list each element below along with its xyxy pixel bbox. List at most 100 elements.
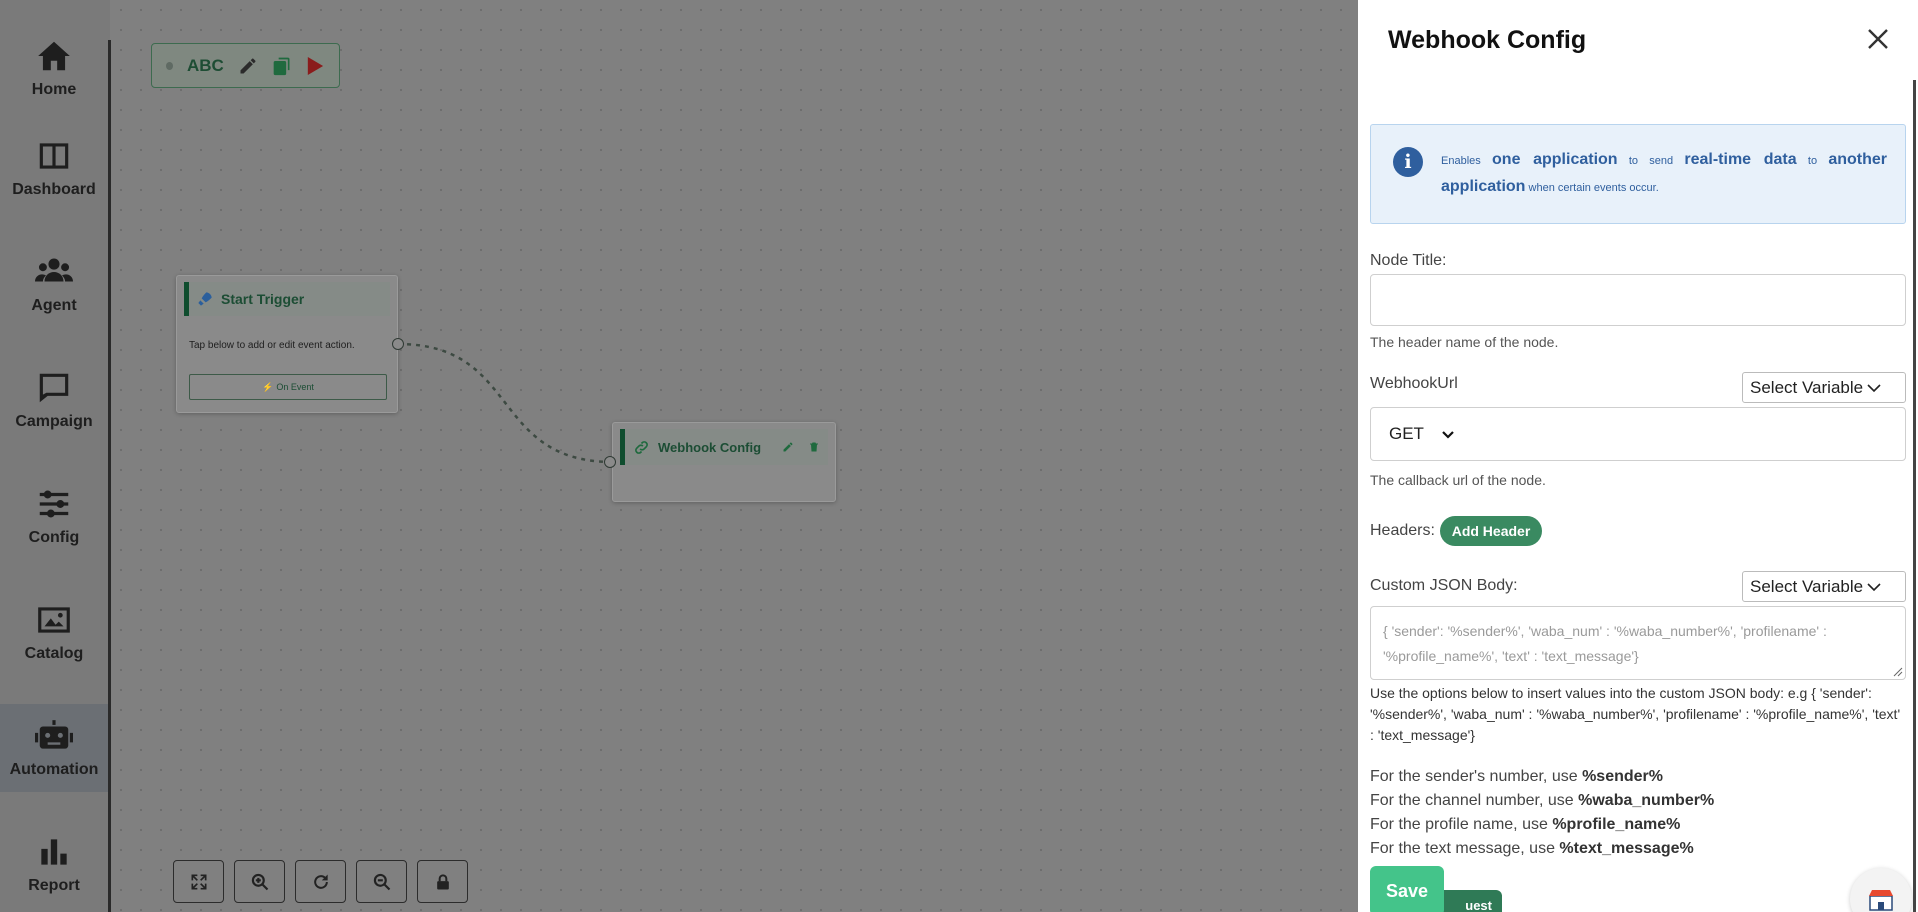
sidebar-item-label: Catalog xyxy=(24,645,84,662)
sidebar-item-label: Home xyxy=(31,81,77,98)
sidebar-item-report[interactable]: Report xyxy=(0,820,108,908)
image-icon xyxy=(38,607,70,633)
sidebar-item-label: Agent xyxy=(31,297,77,314)
edit-icon[interactable] xyxy=(782,441,794,453)
panel-title: Webhook Config xyxy=(1388,26,1587,54)
panel-scrollbar[interactable] xyxy=(1913,80,1916,912)
select-variable-label: Select Variable xyxy=(1750,377,1864,397)
dashboard-icon xyxy=(39,143,69,169)
variable-hint-profile: For the profile name, use %profile_name% xyxy=(1370,816,1680,834)
webhook-url-label: WebhookUrl xyxy=(1370,375,1458,392)
sidebar-item-label: Automation xyxy=(9,761,99,778)
sidebar-item-automation[interactable]: Automation xyxy=(0,704,108,792)
custom-json-help: Use the options below to insert values i… xyxy=(1370,685,1901,743)
status-dot xyxy=(166,61,173,70)
webhook-url-field[interactable]: GET xyxy=(1370,407,1906,461)
add-header-button[interactable]: Add Header xyxy=(1440,516,1542,546)
variable-hint-channel: For the channel number, use %waba_number… xyxy=(1370,792,1714,810)
info-text-bold: one application xyxy=(1492,151,1618,168)
agent-icon xyxy=(35,258,73,282)
variable-token: %sender% xyxy=(1582,768,1663,785)
custom-json-textarea[interactable]: { 'sender': '%sender%', 'waba_num' : '%w… xyxy=(1370,606,1906,680)
expand-icon xyxy=(191,874,206,889)
home-icon xyxy=(38,41,70,71)
webhook-config-panel: Webhook Config i Enables one application… xyxy=(1358,0,1918,912)
webhook-config-node[interactable]: Webhook Config xyxy=(612,422,836,502)
save-button[interactable]: Save xyxy=(1370,866,1444,912)
info-text-part: when certain events occur. xyxy=(1525,182,1659,194)
headers-label: Headers: xyxy=(1370,522,1435,539)
sidebar-item-label: Config xyxy=(28,529,80,546)
bar-chart-icon xyxy=(41,839,67,865)
webhook-url-select-variable[interactable]: Select Variable xyxy=(1742,372,1906,403)
variable-token: %waba_number% xyxy=(1578,792,1715,809)
sidebar-item-home[interactable]: Home xyxy=(0,24,108,112)
on-event-button[interactable]: ⚡ On Event xyxy=(189,374,387,400)
on-event-label: On Event xyxy=(276,382,314,392)
zoom-in-button[interactable] xyxy=(234,860,285,903)
variable-hint-text: For the text message, use xyxy=(1370,840,1560,857)
info-text-part: Enables xyxy=(1441,155,1493,167)
info-text-part: to xyxy=(1796,155,1829,167)
canvas-controls xyxy=(173,860,468,903)
variable-hint-text: For the profile name, use xyxy=(1370,816,1553,833)
node-title-label: Node Title: xyxy=(1370,252,1447,269)
node-title-input[interactable] xyxy=(1370,274,1906,326)
node-title: Webhook Config xyxy=(658,439,762,455)
play-icon[interactable] xyxy=(306,55,325,77)
trash-icon[interactable] xyxy=(808,441,820,453)
resize-grip-icon[interactable] xyxy=(1893,667,1903,677)
sliders-icon xyxy=(39,490,69,518)
close-button[interactable] xyxy=(1863,24,1893,54)
zoom-out-button[interactable] xyxy=(356,860,407,903)
custom-json-placeholder: { 'sender': '%sender%', 'waba_num' : '%w… xyxy=(1383,623,1827,664)
output-port[interactable] xyxy=(392,338,404,350)
chevron-down-icon xyxy=(1867,383,1881,392)
sidebar-item-agent[interactable]: Agent xyxy=(0,240,108,328)
node-actions xyxy=(782,441,820,453)
sidebar-item-label: Campaign xyxy=(15,413,93,430)
bolt-icon: ⚡ xyxy=(262,381,274,392)
variable-hint-text: For the channel number, use xyxy=(1370,792,1579,809)
close-icon xyxy=(1868,29,1888,49)
variable-hint-text-message: For the text message, use %text_message% xyxy=(1370,840,1694,858)
variable-hint-sender: For the sender's number, use %sender% xyxy=(1370,768,1663,786)
input-port[interactable] xyxy=(604,456,616,468)
variable-token: %text_message% xyxy=(1559,840,1694,857)
node-title: Start Trigger xyxy=(221,291,305,307)
sidebar-item-config[interactable]: Config xyxy=(0,472,108,560)
http-method-select[interactable]: GET xyxy=(1389,424,1454,444)
copy-icon[interactable] xyxy=(272,55,292,77)
refresh-button[interactable] xyxy=(295,860,346,903)
sidebar-item-label: Dashboard xyxy=(12,181,96,198)
robot-icon xyxy=(35,720,73,749)
zoom-out-icon xyxy=(373,873,390,890)
edit-icon[interactable] xyxy=(238,55,258,77)
lock-button[interactable] xyxy=(417,860,468,903)
sidebar-item-label: Report xyxy=(28,877,80,894)
info-alert: i Enables one application to send real-t… xyxy=(1370,124,1906,224)
sidebar-item-catalog[interactable]: Catalog xyxy=(0,588,108,676)
info-text-bold: real-time data xyxy=(1684,151,1797,168)
campaign-icon xyxy=(39,373,69,403)
custom-json-select-variable[interactable]: Select Variable xyxy=(1742,571,1906,602)
zoom-in-icon xyxy=(251,873,268,890)
select-variable-label: Select Variable xyxy=(1750,576,1864,596)
start-trigger-node[interactable]: Start Trigger Tap below to add or edit e… xyxy=(176,275,398,413)
link-icon xyxy=(635,440,648,454)
chat-widget-button[interactable] xyxy=(1850,868,1912,912)
info-icon: i xyxy=(1393,147,1423,177)
sidebar-item-dashboard[interactable]: Dashboard xyxy=(0,124,108,212)
rocket-icon xyxy=(198,292,212,306)
node-title-hint: The header name of the node. xyxy=(1370,334,1559,350)
flow-toolbar: ABC xyxy=(151,43,340,88)
webhook-url-hint: The callback url of the node. xyxy=(1370,472,1546,488)
chevron-down-icon xyxy=(1442,430,1454,439)
custom-json-label: Custom JSON Body: xyxy=(1370,577,1518,594)
info-text-part: to send xyxy=(1617,155,1685,167)
sidebar-item-campaign[interactable]: Campaign xyxy=(0,356,108,444)
http-method-value: GET xyxy=(1389,424,1424,443)
fit-view-button[interactable] xyxy=(173,860,224,903)
variable-token: %profile_name% xyxy=(1552,816,1681,833)
lock-icon xyxy=(436,873,449,889)
